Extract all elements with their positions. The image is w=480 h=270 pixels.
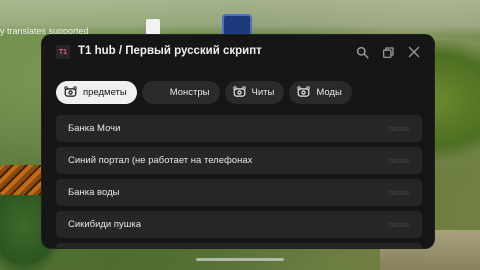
button-label: Банка Мочи — [68, 123, 121, 134]
tab-monsters[interactable]: Монстры — [141, 81, 220, 104]
white-block — [146, 19, 160, 35]
button-label: Банка воды — [68, 187, 120, 198]
tab-label: предметы — [83, 87, 127, 98]
list-item-button[interactable]: Банка воды button — [56, 179, 422, 206]
tab-items[interactable]: предметы — [56, 81, 137, 104]
home-indicator[interactable] — [196, 258, 284, 261]
title-actions — [354, 44, 422, 60]
window-title: T1 hub / Первый русский скрипт — [78, 45, 262, 57]
tab-bar: предметы Монстры Читы Моды — [56, 81, 352, 104]
close-icon[interactable] — [406, 44, 422, 60]
tab-label: Монстры — [169, 87, 210, 98]
tab-cheats[interactable]: Читы — [224, 81, 285, 104]
list-item-button[interactable]: Сикибиди пушка button — [56, 211, 422, 238]
list-item-button[interactable]: Синий портал (не работает на телефонах b… — [56, 147, 422, 174]
tab-label: Читы — [251, 87, 275, 98]
button-label: Сикибиди пушка — [68, 219, 142, 230]
hub-logo: T1 — [56, 45, 70, 59]
button-type-hint: button — [389, 188, 410, 197]
button-type-hint: button — [389, 156, 410, 165]
button-type-hint: button — [389, 220, 410, 229]
gamepad-icon — [297, 86, 311, 99]
gamepad-icon — [232, 86, 246, 99]
script-hub-window: T1 T1 hub / Первый русский скрипт предме… — [42, 35, 434, 248]
minimize-icon[interactable] — [380, 44, 396, 60]
title-bar[interactable]: T1 T1 hub / Первый русский скрипт — [42, 35, 434, 69]
button-list: Банка Мочи button Синий портал (не работ… — [56, 115, 422, 248]
gamepad-icon — [64, 86, 77, 99]
list-item-button-partial[interactable] — [56, 243, 422, 248]
button-label: Синий портал (не работает на телефонах — [68, 155, 253, 166]
button-type-hint: button — [389, 124, 410, 133]
list-item-button[interactable]: Банка Мочи button — [56, 115, 422, 142]
logo-text: T1 — [58, 48, 68, 56]
tab-mods[interactable]: Моды — [289, 81, 352, 104]
search-icon[interactable] — [354, 44, 370, 60]
tab-label: Моды — [316, 87, 342, 98]
